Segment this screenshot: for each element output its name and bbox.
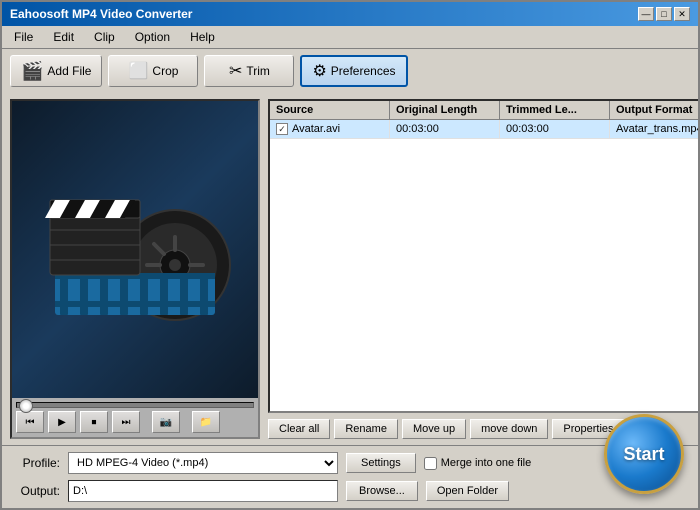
- toolbar: 🎬 Add File ⬜ Crop ✂ Trim ⚙ Preferences: [2, 49, 698, 93]
- cell-output-format: Avatar_trans.mp4: [610, 120, 698, 138]
- rewind-button[interactable]: ⏮: [16, 411, 44, 433]
- move-up-button[interactable]: Move up: [402, 419, 466, 439]
- menu-help[interactable]: Help: [182, 28, 223, 46]
- cell-trimmed-length: 00:03:00: [500, 120, 610, 138]
- preferences-icon: ⚙: [312, 61, 326, 81]
- table-row[interactable]: ✓ Avatar.avi 00:03:00 00:03:00 Avatar_tr…: [270, 120, 698, 139]
- trim-button[interactable]: ✂ Trim: [204, 55, 294, 87]
- file-list-panel: Source Original Length Trimmed Le... Out…: [268, 99, 698, 439]
- preview-image: [12, 101, 258, 398]
- start-button[interactable]: Start: [604, 414, 684, 494]
- profile-select[interactable]: HD MPEG-4 Video (*.mp4) MPEG-4 Video (*.…: [68, 452, 338, 474]
- crop-icon: ⬜: [128, 61, 148, 81]
- title-bar: Eahoosoft MP4 Video Converter — □ ✕: [2, 2, 698, 26]
- trim-label: Trim: [246, 64, 270, 78]
- profile-label: Profile:: [10, 456, 60, 470]
- open-folder-button[interactable]: Open Folder: [426, 481, 509, 501]
- header-original-length[interactable]: Original Length: [390, 101, 500, 119]
- output-row: Output: Browse... Open Folder: [10, 480, 690, 502]
- main-window: Eahoosoft MP4 Video Converter — □ ✕ File…: [0, 0, 700, 510]
- rename-button[interactable]: Rename: [334, 419, 398, 439]
- merge-label: Merge into one file: [441, 457, 532, 469]
- profile-row: Profile: HD MPEG-4 Video (*.mp4) MPEG-4 …: [10, 452, 690, 474]
- cell-original-length: 00:03:00: [390, 120, 500, 138]
- stop-button[interactable]: ⏹: [80, 411, 108, 433]
- bottom-panel: Profile: HD MPEG-4 Video (*.mp4) MPEG-4 …: [2, 445, 698, 508]
- merge-checkbox-input[interactable]: [424, 457, 437, 470]
- menu-clip[interactable]: Clip: [86, 28, 123, 46]
- output-input[interactable]: [68, 480, 338, 502]
- output-label: Output:: [10, 484, 60, 498]
- playback-buttons: ⏮ ▶ ⏹ ⏭ 📷 📁: [16, 411, 254, 433]
- seek-thumb[interactable]: [19, 399, 33, 413]
- add-file-icon: 🎬: [21, 61, 43, 82]
- window-title: Eahoosoft MP4 Video Converter: [10, 7, 192, 21]
- preferences-label: Preferences: [331, 64, 396, 78]
- close-button[interactable]: ✕: [674, 7, 690, 21]
- table-header: Source Original Length Trimmed Le... Out…: [270, 101, 698, 120]
- cell-source: ✓ Avatar.avi: [270, 120, 390, 138]
- folder-button[interactable]: 📁: [192, 411, 220, 433]
- header-source[interactable]: Source: [270, 101, 390, 119]
- window-body: ⏮ ▶ ⏹ ⏭ 📷 📁 Source Original Length Trimm: [2, 93, 698, 508]
- source-filename: Avatar.avi: [292, 123, 340, 135]
- add-file-label: Add File: [47, 64, 91, 78]
- menu-bar: File Edit Clip Option Help: [2, 26, 698, 49]
- menu-option[interactable]: Option: [127, 28, 178, 46]
- menu-edit[interactable]: Edit: [45, 28, 82, 46]
- settings-button[interactable]: Settings: [346, 453, 416, 473]
- preview-controls: ⏮ ▶ ⏹ ⏭ 📷 📁: [12, 398, 258, 437]
- browse-button[interactable]: Browse...: [346, 481, 418, 501]
- menu-file[interactable]: File: [6, 28, 41, 46]
- clear-all-button[interactable]: Clear all: [268, 419, 330, 439]
- move-down-button[interactable]: move down: [470, 419, 548, 439]
- file-table[interactable]: Source Original Length Trimmed Le... Out…: [268, 99, 698, 413]
- seek-bar[interactable]: [16, 402, 254, 408]
- add-file-button[interactable]: 🎬 Add File: [10, 55, 102, 87]
- play-button[interactable]: ▶: [48, 411, 76, 433]
- content-area: ⏮ ▶ ⏹ ⏭ 📷 📁 Source Original Length Trimm: [2, 93, 698, 445]
- snapshot-button[interactable]: 📷: [152, 411, 180, 433]
- preferences-button[interactable]: ⚙ Preferences: [300, 55, 407, 87]
- header-output-format[interactable]: Output Format: [610, 101, 698, 119]
- header-trimmed-length[interactable]: Trimmed Le...: [500, 101, 610, 119]
- preview-svg: [35, 165, 235, 335]
- row-checkbox[interactable]: ✓: [276, 123, 288, 135]
- merge-checkbox-label[interactable]: Merge into one file: [424, 457, 532, 470]
- trim-icon: ✂: [229, 61, 242, 81]
- window-controls: — □ ✕: [638, 7, 690, 21]
- minimize-button[interactable]: —: [638, 7, 654, 21]
- preview-panel: ⏮ ▶ ⏹ ⏭ 📷 📁: [10, 99, 260, 439]
- maximize-button[interactable]: □: [656, 7, 672, 21]
- fast-forward-button[interactable]: ⏭: [112, 411, 140, 433]
- crop-label: Crop: [152, 64, 178, 78]
- crop-button[interactable]: ⬜ Crop: [108, 55, 198, 87]
